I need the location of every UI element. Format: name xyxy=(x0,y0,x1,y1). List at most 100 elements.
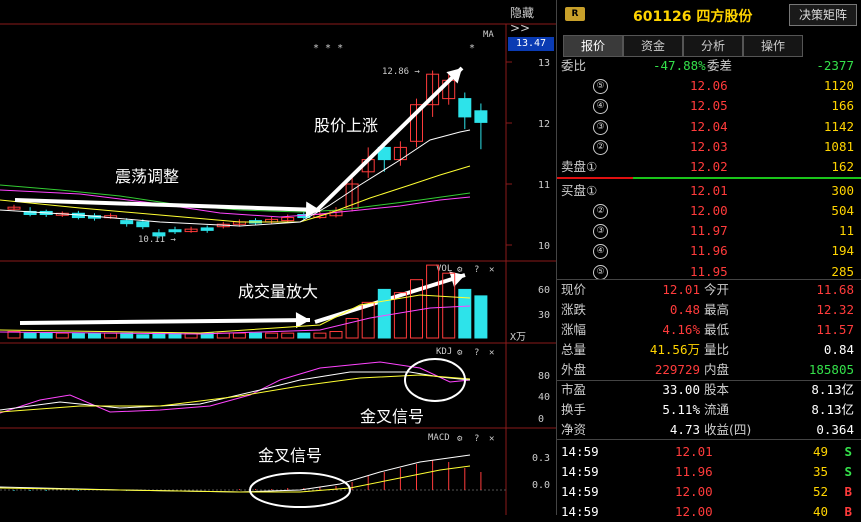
help-icon: ? xyxy=(474,265,479,275)
stock-code-name: 601126 四方股份 xyxy=(633,9,753,25)
stat-row: 市盈 33.00 股本 8.13亿 xyxy=(557,380,861,400)
weibi-label: 委比 xyxy=(561,58,587,73)
stat-value: 0.364 xyxy=(816,422,854,437)
stat-label: 最高 xyxy=(704,302,730,317)
quote-panel: R 601126 四方股份 决策矩阵 报价 资金 分析 操作 委比 -47.88%… xyxy=(556,0,861,519)
volume-bar xyxy=(297,332,311,339)
candle-body xyxy=(152,232,166,237)
level-label: ② xyxy=(593,139,608,155)
stat-label: 最低 xyxy=(704,322,730,337)
price-axis-tick: 11 xyxy=(538,180,550,191)
candle-body xyxy=(474,110,488,123)
stat-row: 外盘 229729 内盘 185805 xyxy=(557,360,861,380)
rise-arrow xyxy=(313,66,464,214)
stat-value: 11.57 xyxy=(816,322,854,337)
candle-body xyxy=(136,221,150,228)
level-price: 12.04 xyxy=(690,118,728,134)
volume-bar xyxy=(39,332,53,339)
stat-label: 内盘 xyxy=(704,362,730,377)
high-price-label: 12.86 → xyxy=(382,67,421,77)
bid-row[interactable]: ④ 11.96 194 xyxy=(557,241,861,261)
volume-bar xyxy=(55,332,69,339)
bid-row[interactable]: ③ 11.97 11 xyxy=(557,221,861,241)
stat-value: 11.68 xyxy=(816,282,854,297)
r-badge: R xyxy=(565,7,585,21)
tick-time: 14:59 xyxy=(561,444,599,459)
level-price: 11.97 xyxy=(690,223,728,239)
tick-price: 12.00 xyxy=(675,504,713,519)
decision-matrix-button[interactable]: 决策矩阵 xyxy=(789,4,857,26)
tick-side: B xyxy=(844,504,852,519)
star-marker: * xyxy=(469,43,475,54)
level-label: ⑤ xyxy=(593,79,608,94)
ask-row[interactable]: ② 12.03 1081 xyxy=(557,137,861,157)
tick-side: B xyxy=(844,484,852,499)
volume-bar xyxy=(23,332,37,339)
tick-side: S xyxy=(844,444,852,459)
kdj-cross-circle xyxy=(404,358,466,402)
stat-value: 4.73 xyxy=(669,422,700,437)
ask-row[interactable]: ⑤ 12.06 1120 xyxy=(557,76,861,96)
kdj-j-line xyxy=(0,361,471,414)
stat-value: 33.00 xyxy=(662,382,700,397)
volume-bar xyxy=(249,332,262,339)
volume-bar xyxy=(88,332,101,339)
stat-value: 12.01 xyxy=(662,282,700,297)
level-volume: 194 xyxy=(831,243,854,259)
tick-volume: 40 xyxy=(812,504,828,519)
hide-button[interactable]: 隐藏>> xyxy=(510,4,554,35)
volume-bar xyxy=(458,288,472,339)
tab-funds[interactable]: 资金 xyxy=(623,35,683,57)
tab-operation[interactable]: 操作 xyxy=(743,35,803,57)
tick-volume: 52 xyxy=(812,484,828,499)
level-price: 12.06 xyxy=(690,78,728,93)
level-volume: 1120 xyxy=(823,78,854,93)
tab-quote[interactable]: 报价 xyxy=(563,35,623,57)
vol-ma-line xyxy=(0,294,471,334)
tick-row[interactable]: 14:59 12.00 52 B xyxy=(557,482,861,502)
tab-bar: 报价 资金 分析 操作 xyxy=(559,35,859,57)
level-label: ② xyxy=(593,203,608,219)
ask-row[interactable]: ③ 12.04 1142 xyxy=(557,117,861,137)
stat-row: 净资 4.73 收益(四) 0.364 xyxy=(557,420,861,440)
price-axis-tick: 10 xyxy=(538,241,550,252)
stat-value: 0.48 xyxy=(669,302,700,317)
vol-unit: X万 xyxy=(510,332,526,343)
bid-row[interactable]: 买盘① 12.01 300 xyxy=(557,181,861,201)
stat-row: 涨跌 0.48 最高 12.32 xyxy=(557,300,861,320)
ma-label: MA xyxy=(483,30,494,40)
ask-row[interactable]: 卖盘① 12.02 162 xyxy=(557,157,861,177)
tick-price: 12.01 xyxy=(675,444,713,459)
stat-label: 现价 xyxy=(561,282,587,297)
tick-row[interactable]: 14:59 12.00 40 B xyxy=(557,502,861,522)
candle-body xyxy=(168,229,182,233)
macd-dea-line xyxy=(0,465,471,493)
tab-analysis[interactable]: 分析 xyxy=(683,35,743,57)
price-axis-tick: 12 xyxy=(538,119,550,130)
stat-label: 股本 xyxy=(704,382,730,397)
tick-volume: 49 xyxy=(812,444,828,459)
candle-body xyxy=(120,220,134,225)
stat-label: 外盘 xyxy=(561,362,587,377)
kdj-k-line xyxy=(0,371,471,411)
level-label: 买盘① xyxy=(561,182,598,198)
chart-canvas[interactable]: 13 12 11 10 MA * * * * 12.86 → 10.11 → 震荡调整 股价上涨成交… xyxy=(0,0,556,515)
tick-volume: 35 xyxy=(812,464,828,479)
close-icon: ✕ xyxy=(489,265,494,275)
ask-row[interactable]: ④ 12.05 166 xyxy=(557,96,861,116)
tick-row[interactable]: 14:59 12.01 49 S xyxy=(557,442,861,462)
bid-row[interactable]: ② 12.00 504 xyxy=(557,201,861,221)
help-icon: ? xyxy=(474,434,479,444)
kdj-label: KDJ xyxy=(436,347,452,357)
stat-label: 量比 xyxy=(704,342,730,357)
vol-axis-tick: 30 xyxy=(538,310,550,321)
chart-area[interactable]: 13 12 11 10 MA * * * * 12.86 → 10.11 → 震荡调整 股价上涨 成交… xyxy=(0,0,556,515)
tick-row[interactable]: 14:59 11.96 35 S xyxy=(557,462,861,482)
star-markers: * * * xyxy=(313,43,343,54)
divider xyxy=(557,439,861,440)
annotation-golden-cross-kdj: 金叉信号 xyxy=(360,407,424,426)
macd-dif-line xyxy=(0,454,471,493)
volume-bar xyxy=(136,334,150,339)
level-label: ③ xyxy=(593,224,608,240)
level-label: ④ xyxy=(593,99,608,115)
